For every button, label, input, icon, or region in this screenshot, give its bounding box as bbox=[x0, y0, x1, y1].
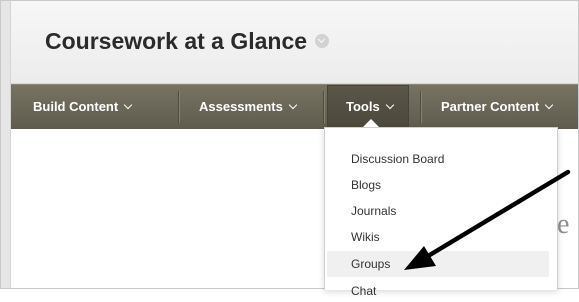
menu-divider bbox=[178, 91, 179, 123]
menu-build-content-label: Build Content bbox=[33, 99, 119, 114]
menu-partner-content[interactable]: Partner Content bbox=[441, 85, 554, 129]
left-edge-stripe bbox=[1, 1, 11, 288]
chevron-down-icon bbox=[544, 100, 554, 110]
dropdown-item-blogs[interactable]: Blogs bbox=[327, 174, 549, 196]
menu-assessments-label: Assessments bbox=[199, 99, 283, 114]
menu-build-content[interactable]: Build Content bbox=[33, 85, 133, 129]
chevron-down-icon bbox=[288, 100, 298, 110]
page-title: Coursework at a Glance bbox=[45, 28, 330, 55]
menu-divider bbox=[323, 91, 324, 123]
menu-tools-label: Tools bbox=[346, 99, 380, 114]
dropdown-item-discussion-board[interactable]: Discussion Board bbox=[327, 148, 549, 170]
dropdown-item-journals[interactable]: Journals bbox=[327, 200, 549, 222]
menu-partner-content-label: Partner Content bbox=[441, 99, 540, 114]
title-options-chevron-icon[interactable] bbox=[315, 33, 330, 48]
menu-assessments[interactable]: Assessments bbox=[199, 85, 298, 129]
page-title-text: Coursework at a Glance bbox=[45, 28, 308, 54]
tools-dropdown-menu: Discussion Board Blogs Journals Wikis Gr… bbox=[324, 127, 558, 298]
course-menubar: Build Content Assessments Tools Partner … bbox=[11, 84, 578, 129]
dropdown-item-groups[interactable]: Groups bbox=[327, 251, 549, 277]
background-text-fragment: e bbox=[557, 209, 570, 240]
dropdown-pointer bbox=[363, 119, 379, 127]
chevron-down-icon bbox=[385, 100, 394, 110]
dropdown-item-wikis[interactable]: Wikis bbox=[327, 226, 549, 248]
chevron-down-icon bbox=[123, 100, 133, 110]
dropdown-item-chat[interactable]: Chat bbox=[327, 280, 549, 302]
menu-divider bbox=[420, 91, 421, 123]
page-header: Coursework at a Glance bbox=[11, 1, 578, 84]
